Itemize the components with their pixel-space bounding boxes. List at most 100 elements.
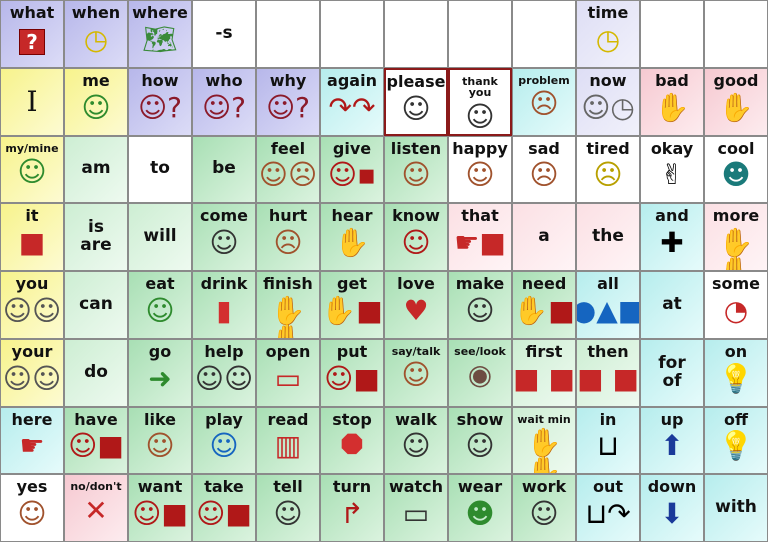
cell-down[interactable]: down ⬇ (640, 474, 704, 542)
cell-stop[interactable]: stop ⯃ (320, 406, 384, 475)
cell-walk[interactable]: walk ☺ (384, 406, 448, 475)
cell-it[interactable]: it ■ (0, 203, 64, 271)
cell-watch[interactable]: watch ▭ (384, 474, 448, 542)
cell-help[interactable]: help ☺☺ (192, 338, 256, 407)
cell-tired[interactable]: tired ☹ (576, 135, 640, 204)
arrow-down-icon: ⬇ (660, 497, 684, 531)
cell-time[interactable]: time ◷ (576, 0, 640, 68)
cell-take[interactable]: take ☺■ (192, 474, 256, 542)
cell-here[interactable]: here ☛ (0, 406, 64, 475)
cell-you[interactable]: you ☺☺ (0, 271, 64, 339)
cell-thank-you[interactable]: thank you ☺ (448, 67, 512, 136)
cell-please[interactable]: please ☺ (384, 67, 448, 136)
cell-tell[interactable]: tell ☺ (256, 474, 320, 542)
cell-bad[interactable]: bad ✋ (640, 67, 704, 136)
cell-make[interactable]: make ☺ (448, 271, 512, 339)
cell-go[interactable]: go ➜ (128, 338, 192, 407)
cell-can[interactable]: can (64, 271, 128, 339)
cell-work[interactable]: work ☺ (512, 474, 576, 542)
cell-label: yes (16, 477, 48, 497)
cell-me[interactable]: me ☺ (64, 67, 128, 136)
cell-label: open (265, 341, 311, 361)
cell-your[interactable]: your ☺☺ (0, 338, 64, 407)
cell-want[interactable]: want ☺■ (128, 474, 192, 542)
cell-read[interactable]: read ▥ (256, 406, 320, 475)
cell-at[interactable]: at (640, 271, 704, 339)
cell-how[interactable]: how ☺? (128, 67, 192, 136)
cell-label: can (79, 293, 113, 314)
map-icon: 🗺 (142, 22, 178, 56)
cell-wait-min[interactable]: wait min ✋✋ (512, 406, 576, 475)
cell-where[interactable]: where 🗺 (128, 0, 192, 68)
cell-give[interactable]: give ☺▪ (320, 135, 384, 204)
cell-hurt[interactable]: hurt ☹ (256, 203, 320, 271)
cell-do[interactable]: do (64, 338, 128, 407)
cell-more[interactable]: more ✋✋ (704, 203, 768, 271)
cell-listen[interactable]: listen ☺ (384, 135, 448, 204)
cell-show[interactable]: show ☺ (448, 406, 512, 475)
cell-yes[interactable]: yes ☺ (0, 474, 64, 542)
cell-in[interactable]: in ⊔ (576, 406, 640, 475)
cell--s[interactable]: -s (192, 0, 256, 68)
cell-problem[interactable]: problem ☹ (512, 67, 576, 136)
person-watch-icon: ☺◷ (581, 90, 635, 124)
cell-hear[interactable]: hear ✋ (320, 203, 384, 271)
cell-get[interactable]: get ✋■ (320, 271, 384, 339)
cell-drink[interactable]: drink ▮ (192, 271, 256, 339)
cell-now[interactable]: now ☺◷ (576, 67, 640, 136)
cell-will[interactable]: will (128, 203, 192, 271)
cell-then[interactable]: then ■ ■ (576, 338, 640, 407)
cell-all[interactable]: all●▲■ (576, 271, 640, 339)
cell-say-talk[interactable]: say/talk ☺ (384, 338, 448, 407)
cell-cool[interactable]: cool ☻ (704, 135, 768, 204)
cell-first[interactable]: first ■ ■ (512, 338, 576, 407)
cell-is-are[interactable]: is are (64, 203, 128, 271)
cell-when[interactable]: when ◷ (64, 0, 128, 68)
cell-off[interactable]: off 💡 (704, 406, 768, 475)
cell-turn[interactable]: turn ↱ (320, 474, 384, 542)
cell-play[interactable]: play ☺ (192, 406, 256, 475)
cell-what[interactable]: what? (0, 0, 64, 68)
cell-finish[interactable]: finish ✋✋ (256, 271, 320, 339)
cell-the[interactable]: the (576, 203, 640, 271)
cell-some[interactable]: some ◔ (704, 271, 768, 339)
cell-up[interactable]: up ⬆ (640, 406, 704, 475)
pie-part-icon: ◔ (723, 293, 749, 327)
cell-see-look[interactable]: see/look ◉ (448, 338, 512, 407)
cell-on[interactable]: on 💡 (704, 338, 768, 407)
cell-wear[interactable]: wear ☻ (448, 474, 512, 542)
cell-why[interactable]: why ☺? (256, 67, 320, 136)
cell-and[interactable]: and ✚ (640, 203, 704, 271)
cell-with[interactable]: with (704, 474, 768, 542)
cell-put[interactable]: put ☺■ (320, 338, 384, 407)
cell-no-don-t[interactable]: no/don't ✕ (64, 474, 128, 542)
cell-have[interactable]: have ☺■ (64, 406, 128, 475)
sad-face-icon: ☹ (529, 158, 559, 192)
cell-eat[interactable]: eat ☺ (128, 271, 192, 339)
cell-am[interactable]: am (64, 135, 128, 204)
cell-again[interactable]: again ↷↷ (320, 67, 384, 136)
cell-come[interactable]: come ☺ (192, 203, 256, 271)
cell-love[interactable]: love ♥ (384, 271, 448, 339)
cell-know[interactable]: know ☺ (384, 203, 448, 271)
cell-a[interactable]: a (512, 203, 576, 271)
cell-sad[interactable]: sad ☹ (512, 135, 576, 204)
cell-happy[interactable]: happy ☺ (448, 135, 512, 204)
cell-i[interactable]: I (0, 67, 64, 136)
cell-for-of[interactable]: for of (640, 338, 704, 407)
cell-label: go (148, 341, 172, 361)
cell-that[interactable]: that ☛■ (448, 203, 512, 271)
cell-who[interactable]: who ☺? (192, 67, 256, 136)
cell-be[interactable]: be (192, 135, 256, 204)
cell-okay[interactable]: okay ✌ (640, 135, 704, 204)
cell-good[interactable]: good ✋ (704, 67, 768, 136)
cell-label: again (327, 70, 377, 90)
person-hurt-icon: ☹ (273, 226, 303, 260)
cell-my-mine[interactable]: my/mine ☺ (0, 135, 64, 204)
cell-like[interactable]: like ☺ (128, 406, 192, 475)
cell-open[interactable]: open ▭ (256, 338, 320, 407)
cell-out[interactable]: out ⊔↷ (576, 474, 640, 542)
cell-to[interactable]: to (128, 135, 192, 204)
cell-feel[interactable]: feel ☺☹ (256, 135, 320, 204)
cell-need[interactable]: need ✋■ (512, 271, 576, 339)
